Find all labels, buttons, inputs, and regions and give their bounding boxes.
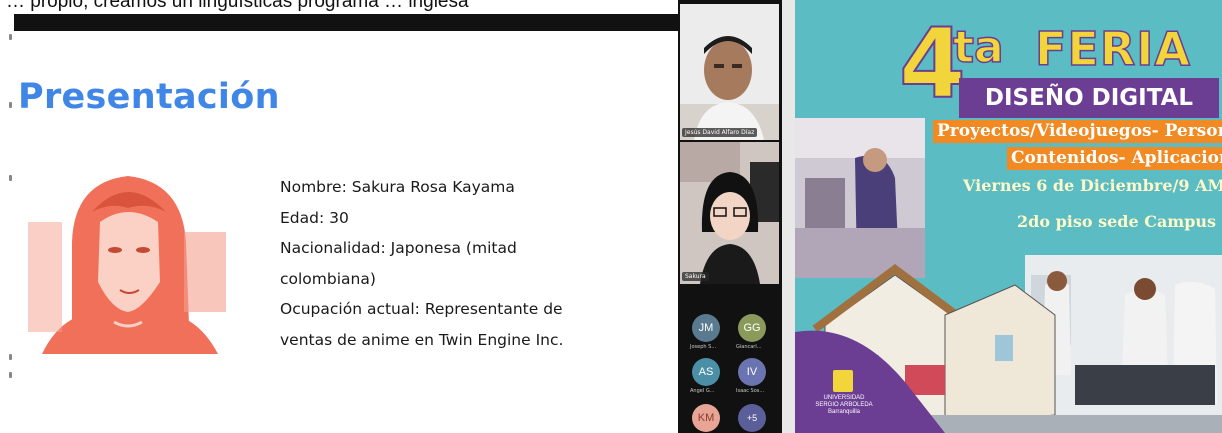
participant-name: Sakura [682, 272, 709, 281]
info-nationality-cont: colombiana) [280, 269, 376, 288]
participant-camera-feed [680, 142, 779, 284]
participant-avatar[interactable]: JM [692, 314, 720, 342]
info-name: Nombre: Sakura Rosa Kayama [280, 178, 515, 196]
participant-avatar[interactable]: GG [738, 314, 766, 342]
participant-avatar-label: Giancarl... [736, 344, 762, 350]
slide-top-bar [14, 14, 678, 31]
participant-video[interactable]: Sakura [680, 142, 779, 284]
shared-slide: Presentación Nombre: Sakura Rosa Kayama … [0, 14, 678, 433]
edge-mark [9, 102, 12, 108]
university-logo-text: UNIVERSIDAD SERGIO ARBOLEDA Barranquilla [799, 395, 889, 416]
poster-subtitle: DISEÑO DIGITAL [959, 78, 1219, 118]
info-age: Edad: 30 [280, 208, 349, 227]
participants-panel: Jesús David Alfaro Díaz Sakura JM Joseph… [678, 0, 782, 433]
participant-name: Jesús David Alfaro Díaz [682, 128, 758, 137]
caption-strip: … propio, creamos un lingüísticas progra… [0, 0, 790, 14]
edge-mark [9, 354, 12, 360]
university-name-line: UNIVERSIDAD [823, 395, 865, 401]
edge-mark [9, 372, 12, 378]
info-occupation-cont: ventas de anime en Twin Engine Inc. [280, 330, 564, 349]
caption-text: … propio, creamos un lingüísticas progra… [6, 0, 469, 12]
edge-mark [9, 175, 12, 181]
university-city: Barranquilla [827, 409, 861, 415]
poster-line-1: Proyectos/Videojuegos- Personajes [933, 120, 1222, 143]
event-poster: 4 ta FERIA DISEÑO DIGITAL Proyectos/Vide… [795, 0, 1222, 433]
participant-video[interactable]: Jesús David Alfaro Díaz [680, 4, 779, 140]
edge-mark [9, 34, 12, 40]
poster-title: FERIA [1034, 21, 1191, 77]
portrait-image [22, 162, 234, 354]
participant-avatar-label: Joseph S... [690, 344, 717, 350]
participant-avatar[interactable]: KM [692, 404, 720, 432]
participant-camera-feed [680, 4, 779, 140]
poster-footer-shape [795, 330, 945, 433]
event-photo [795, 118, 925, 278]
participant-avatar[interactable]: AS [692, 358, 720, 386]
participant-avatar[interactable]: IV [738, 358, 766, 386]
panel-divider [782, 0, 795, 433]
poster-date: Viernes 6 de Diciembre/9 AM [963, 176, 1222, 195]
university-name-line: SERGIO ARBOLEDA [815, 402, 873, 408]
info-nationality: Nacionalidad: Japonesa (mitad [280, 239, 517, 257]
screen: … propio, creamos un lingüísticas progra… [0, 0, 1222, 433]
more-participants-button[interactable]: +5 [738, 404, 766, 432]
info-occupation: Ocupación actual: Representante de [280, 300, 563, 318]
slide-title: Presentación [18, 77, 280, 117]
poster-venue: 2do piso sede Campus [1017, 212, 1217, 231]
poster-line-2: Contenidos- Aplicaciones [1007, 147, 1222, 170]
poster-ordinal: ta [952, 21, 1004, 74]
participant-avatar-label: Angel G... [690, 388, 715, 394]
participant-avatar-label: Isaac Sos... [736, 388, 765, 394]
profile-info: Nombre: Sakura Rosa Kayama Edad: 30 Naci… [280, 172, 563, 355]
